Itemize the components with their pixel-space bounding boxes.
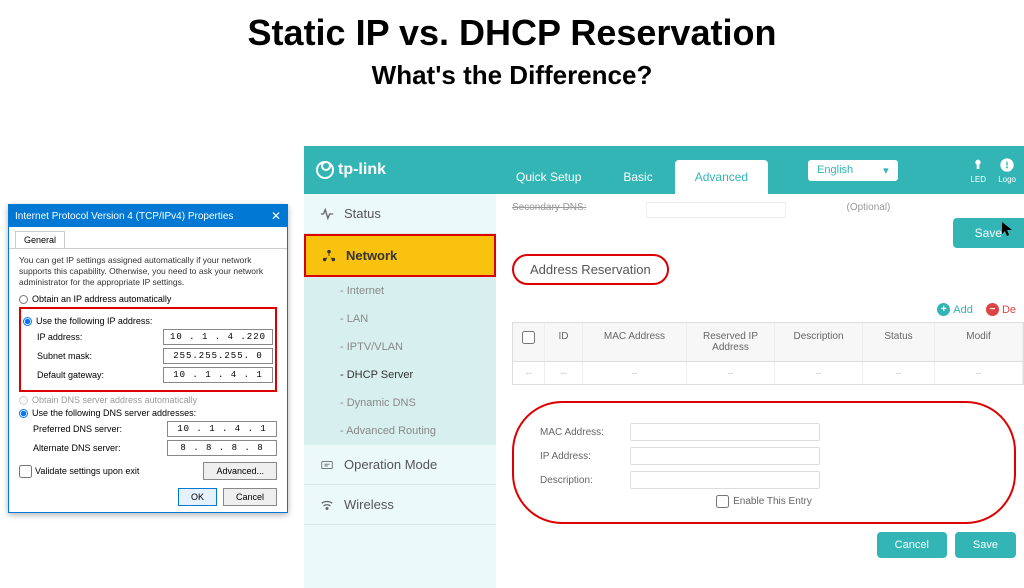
pref-dns-label: Preferred DNS server:: [33, 424, 122, 434]
reservation-table: ID MAC Address Reserved IP Address Descr…: [512, 322, 1024, 385]
led-icon[interactable]: LED: [970, 157, 986, 184]
subnet-mask-label: Subnet mask:: [37, 351, 92, 361]
wifi-icon: [320, 498, 334, 512]
ip-address-label: IP address:: [37, 332, 82, 342]
page-title: Static IP vs. DHCP Reservation: [0, 12, 1024, 54]
dialog-description: You can get IP settings assigned automat…: [19, 255, 277, 288]
gateway-label: Default gateway:: [37, 370, 104, 380]
network-icon: [322, 249, 336, 263]
dialog-title: Internet Protocol Version 4 (TCP/IPv4) P…: [15, 211, 233, 222]
col-ip: Reserved IP Address: [687, 323, 775, 361]
tplink-logo: tp-link: [316, 161, 496, 179]
sidebar: Status Network - Internet - LAN - IPTV/V…: [304, 194, 496, 588]
alt-dns-input[interactable]: 8 . 8 . 8 . 8: [167, 440, 277, 456]
form-desc-label: Description:: [540, 475, 630, 486]
col-modify: Modif: [935, 323, 1023, 361]
gear-icon: [320, 458, 334, 472]
ip-address-input[interactable]: 10 . 1 . 4 .220: [163, 329, 273, 345]
sidebar-item-network[interactable]: Network: [304, 234, 496, 277]
close-icon[interactable]: ✕: [271, 209, 281, 223]
secondary-dns-input[interactable]: [646, 202, 786, 218]
sidebar-item-wireless[interactable]: Wireless: [304, 485, 496, 525]
col-mac: MAC Address: [583, 323, 687, 361]
advanced-button[interactable]: Advanced...: [203, 462, 277, 480]
sidebar-item-opmode[interactable]: Operation Mode: [304, 445, 496, 485]
enable-entry-checkbox[interactable]: Enable This Entry: [540, 495, 988, 508]
add-button[interactable]: +Add: [937, 303, 973, 316]
radio-obtain-dns-auto: Obtain DNS server address automatically: [19, 395, 277, 405]
form-save-button[interactable]: Save: [955, 532, 1016, 558]
tab-general[interactable]: General: [15, 231, 65, 248]
logout-icon[interactable]: Logo: [998, 157, 1016, 184]
sidebar-sub-internet[interactable]: - Internet: [304, 277, 496, 305]
radio-use-dns[interactable]: Use the following DNS server addresses:: [19, 408, 277, 418]
radio-obtain-ip-auto[interactable]: Obtain an IP address automatically: [19, 294, 277, 304]
minus-icon: −: [986, 303, 999, 316]
alt-dns-label: Alternate DNS server:: [33, 443, 121, 453]
col-desc: Description: [775, 323, 863, 361]
radio-use-ip[interactable]: Use the following IP address:: [23, 316, 273, 326]
form-cancel-button[interactable]: Cancel: [877, 532, 947, 558]
cancel-button[interactable]: Cancel: [223, 488, 277, 506]
ipv4-properties-dialog: Internet Protocol Version 4 (TCP/IPv4) P…: [8, 204, 288, 513]
secondary-dns-label: Secondary DNS:: [512, 202, 586, 218]
col-status: Status: [863, 323, 935, 361]
page-subtitle: What's the Difference?: [0, 60, 1024, 91]
sidebar-sub-routing[interactable]: - Advanced Routing: [304, 417, 496, 445]
select-all-checkbox[interactable]: [522, 331, 535, 344]
dialog-titlebar[interactable]: Internet Protocol Version 4 (TCP/IPv4) P…: [9, 205, 287, 227]
router-admin: tp-link Quick Setup Basic Advanced Engli…: [304, 146, 1024, 588]
sidebar-sub-dhcp[interactable]: - DHCP Server: [304, 361, 496, 389]
tab-basic[interactable]: Basic: [603, 160, 672, 194]
subnet-mask-input[interactable]: 255.255.255. 0: [163, 348, 273, 364]
language-select[interactable]: English ▾: [808, 160, 898, 181]
pulse-icon: [320, 207, 334, 221]
tab-advanced[interactable]: Advanced: [675, 160, 768, 194]
form-mac-input[interactable]: [630, 423, 820, 441]
chevron-down-icon: ▾: [883, 164, 889, 177]
validate-checkbox[interactable]: Validate settings upon exit: [19, 465, 139, 478]
reservation-form: MAC Address: IP Address: Description: En…: [512, 401, 1016, 524]
router-header: tp-link Quick Setup Basic Advanced Engli…: [304, 146, 1024, 194]
delete-button[interactable]: −De: [986, 303, 1016, 316]
optional-hint: (Optional): [846, 202, 890, 218]
form-ip-label: IP Address:: [540, 451, 630, 462]
pref-dns-input[interactable]: 10 . 1 . 4 . 1: [167, 421, 277, 437]
sidebar-sub-iptv[interactable]: - IPTV/VLAN: [304, 333, 496, 361]
sidebar-item-status[interactable]: Status: [304, 194, 496, 234]
content-panel: Secondary DNS: (Optional) Save Address R…: [496, 194, 1024, 588]
section-address-reservation: Address Reservation: [512, 254, 669, 285]
cursor-icon: [1002, 222, 1014, 238]
manual-ip-group: Use the following IP address: IP address…: [19, 307, 277, 392]
form-mac-label: MAC Address:: [540, 427, 630, 438]
gateway-input[interactable]: 10 . 1 . 4 . 1: [163, 367, 273, 383]
logo-icon: [316, 161, 334, 179]
form-ip-input[interactable]: [630, 447, 820, 465]
sidebar-sub-ddns[interactable]: - Dynamic DNS: [304, 389, 496, 417]
plus-icon: +: [937, 303, 950, 316]
sidebar-sub-lan[interactable]: - LAN: [304, 305, 496, 333]
ok-button[interactable]: OK: [178, 488, 217, 506]
form-desc-input[interactable]: [630, 471, 820, 489]
tab-quick-setup[interactable]: Quick Setup: [496, 160, 601, 194]
col-id: ID: [545, 323, 583, 361]
